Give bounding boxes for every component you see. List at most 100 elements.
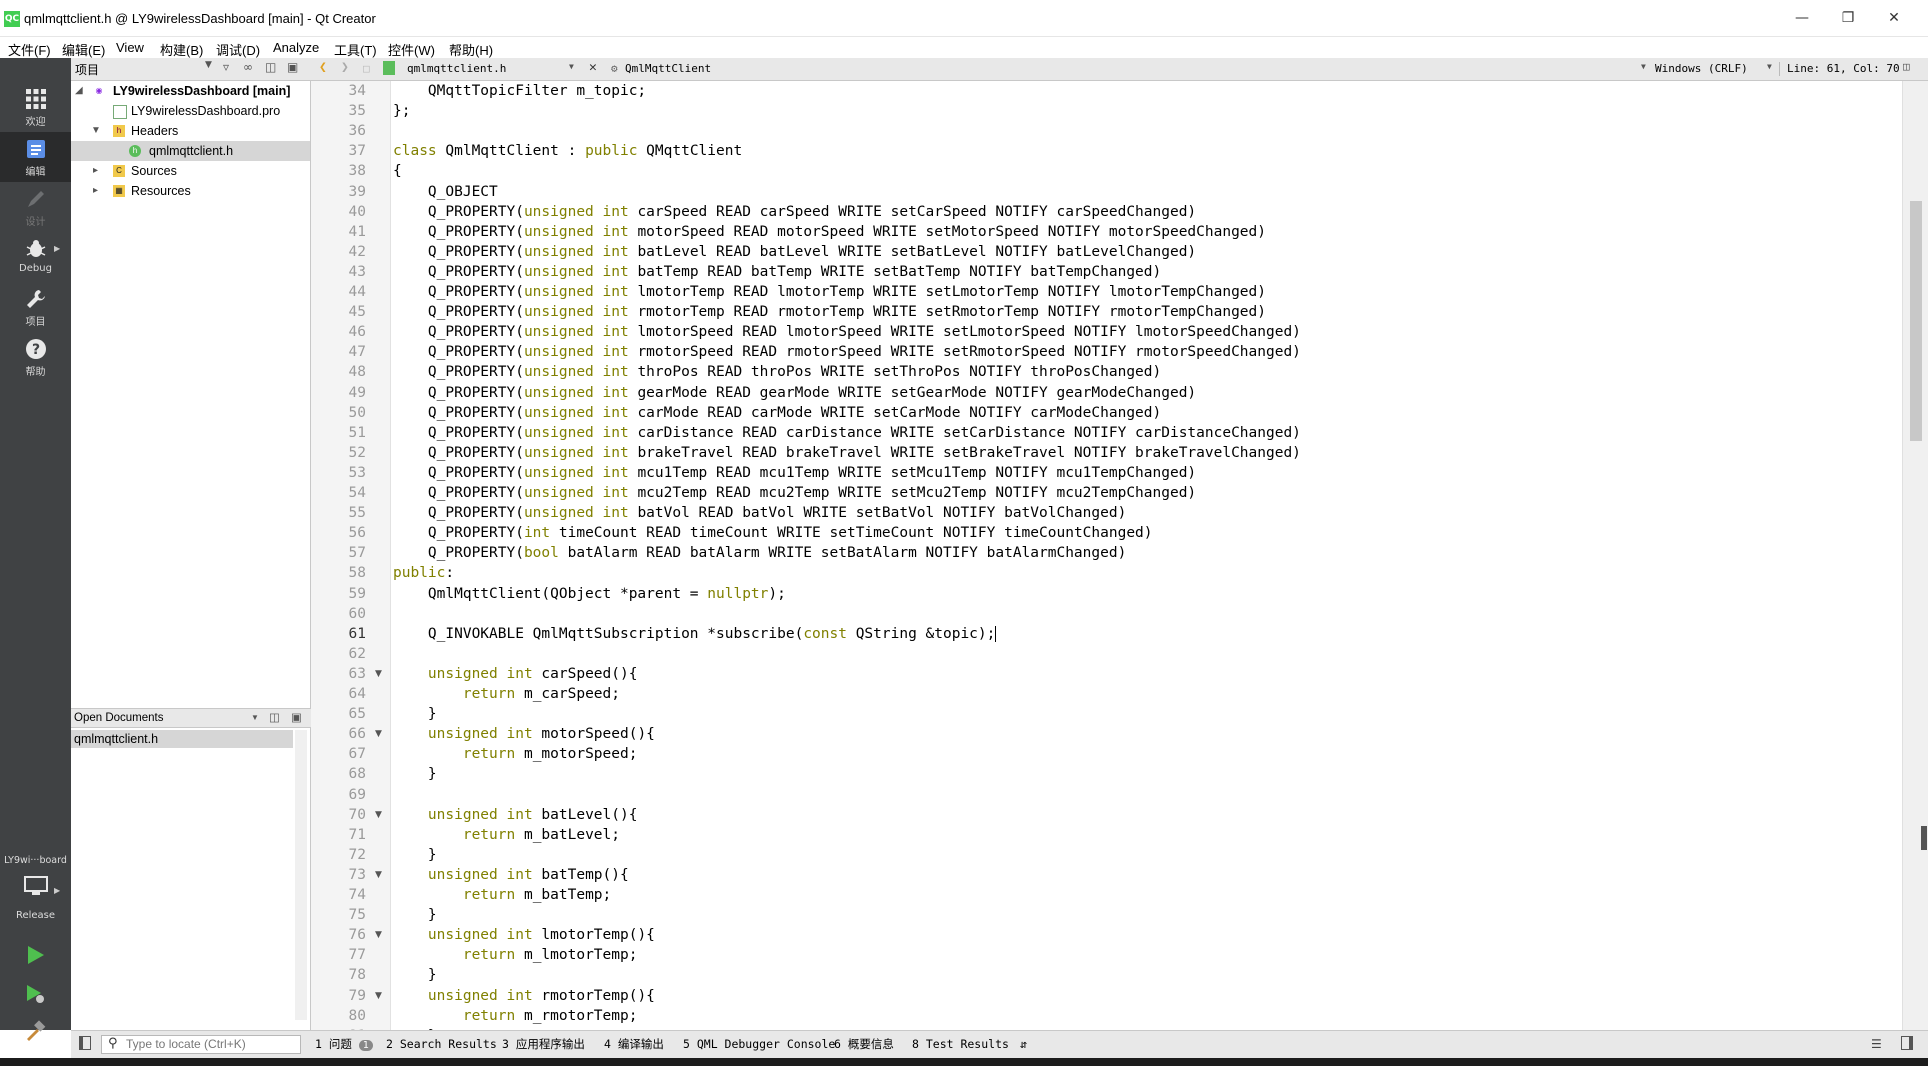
toggle-sidebar-icon[interactable] <box>79 1036 91 1050</box>
line-number[interactable]: 50 <box>311 403 366 423</box>
line-number[interactable]: 71 <box>311 825 366 845</box>
menu-help[interactable]: 帮助(H) <box>449 40 493 59</box>
code-line[interactable]: Q_PROPERTY(unsigned int carDistance READ… <box>393 423 1301 443</box>
code-line[interactable]: } <box>393 764 437 784</box>
code-line[interactable]: unsigned int motorSpeed(){ <box>393 724 655 744</box>
line-number[interactable]: 72 <box>311 845 366 865</box>
debug-menu-arrow-icon[interactable]: ▶ <box>54 244 60 253</box>
pane-more-icon[interactable]: ⇵ <box>1020 1031 1027 1059</box>
line-number[interactable]: 41 <box>311 222 366 242</box>
cursor-position[interactable]: Line: 61, Col: 70 <box>1787 62 1900 75</box>
line-number[interactable]: 51 <box>311 423 366 443</box>
code-line[interactable]: return m_carSpeed; <box>393 684 620 704</box>
tree-item-pro-file[interactable]: LY9wirelessDashboard.pro <box>71 101 310 121</box>
pane-test-results[interactable]: 8 Test Results <box>912 1031 1009 1059</box>
menu-edit[interactable]: 编辑(E) <box>62 40 105 59</box>
code-line[interactable]: } <box>393 905 437 925</box>
editor-vertical-scrollbar[interactable] <box>1902 81 1928 1030</box>
code-line[interactable]: Q_PROPERTY(unsigned int batLevel READ ba… <box>393 242 1196 262</box>
code-line[interactable]: Q_PROPERTY(unsigned int lmotorSpeed READ… <box>393 322 1301 342</box>
line-number[interactable]: 37 <box>311 141 366 161</box>
tree-item-header-file[interactable]: h qmlmqttclient.h <box>71 141 310 161</box>
mode-debug[interactable]: Debug ▶ <box>0 232 71 282</box>
line-number[interactable]: 44 <box>311 282 366 302</box>
code-line[interactable]: return m_batTemp; <box>393 885 611 905</box>
pane-compile-output[interactable]: 4 编译输出 <box>604 1031 664 1059</box>
code-line[interactable]: }; <box>393 101 410 121</box>
code-line[interactable]: Q_PROPERTY(unsigned int lmotorTemp READ … <box>393 282 1266 302</box>
pane-qml-debugger-console[interactable]: 5 QML Debugger Console <box>683 1031 835 1059</box>
code-line[interactable]: } <box>393 704 437 724</box>
code-line[interactable]: unsigned int batTemp(){ <box>393 865 629 885</box>
open-document-item[interactable]: qmlmqttclient.h <box>71 730 293 748</box>
code-line[interactable]: Q_OBJECT <box>393 182 498 202</box>
monitor-icon[interactable] <box>24 876 48 896</box>
line-number[interactable]: 60 <box>311 604 366 624</box>
code-line[interactable]: Q_PROPERTY(unsigned int mcu2Temp READ mc… <box>393 483 1196 503</box>
line-number[interactable]: 35 <box>311 101 366 121</box>
kit-project-name[interactable]: LY9wi···board <box>0 855 71 866</box>
chevron-down-icon[interactable]: ▼ <box>251 709 259 727</box>
expand-arrow-icon[interactable]: ▼ <box>91 121 101 141</box>
close-document-icon[interactable]: ✕ <box>589 60 597 75</box>
encoding-chevron-down-icon[interactable]: ▼ <box>1641 62 1646 71</box>
forward-arrow-icon[interactable]: ❯ <box>341 60 349 75</box>
line-number[interactable]: 76 <box>311 925 366 945</box>
fold-marker-icon[interactable]: ▼ <box>375 925 382 945</box>
code-line[interactable]: Q_PROPERTY(unsigned int brakeTravel READ… <box>393 443 1301 463</box>
mode-edit[interactable]: 编辑 <box>0 132 71 182</box>
code-line[interactable]: return m_motorSpeed; <box>393 744 638 764</box>
line-number[interactable]: 48 <box>311 362 366 382</box>
line-number[interactable]: 49 <box>311 383 366 403</box>
line-number[interactable]: 67 <box>311 744 366 764</box>
menu-widgets[interactable]: 控件(W) <box>388 40 435 59</box>
code-line[interactable]: unsigned int rmotorTemp(){ <box>393 986 655 1006</box>
open-documents-scrollbar[interactable] <box>295 730 307 1020</box>
code-line[interactable]: } <box>393 965 437 985</box>
link-icon[interactable]: ∞ <box>243 60 253 74</box>
line-number[interactable]: 34 <box>311 81 366 101</box>
mode-projects[interactable]: 项目 <box>0 282 71 332</box>
code-line[interactable]: Q_PROPERTY(unsigned int batVol READ batV… <box>393 503 1126 523</box>
minimize-icon[interactable]: — <box>1790 8 1814 28</box>
code-line[interactable]: QMqttTopicFilter m_topic; <box>393 81 646 101</box>
line-number[interactable]: 56 <box>311 523 366 543</box>
line-number[interactable]: 64 <box>311 684 366 704</box>
tree-item-sources[interactable]: ▸ C Sources <box>71 161 310 181</box>
line-number[interactable]: 57 <box>311 543 366 563</box>
line-number-gutter[interactable]: 34 35 36 37 38 39 40 41 42 43 44 45 46 47 48 49 50 51 52 53… <box>311 81 391 1030</box>
scrollbar-thumb[interactable] <box>1910 201 1922 441</box>
progress-details-icon[interactable]: ☰ <box>1871 1037 1882 1051</box>
pane-general-messages[interactable]: 6 概要信息 <box>834 1031 894 1059</box>
code-line[interactable]: Q_PROPERTY(unsigned int gearMode READ ge… <box>393 383 1196 403</box>
pane-search-results[interactable]: 2 Search Results <box>386 1031 497 1059</box>
view-select-chevron-down-icon[interactable]: ▼ <box>205 60 212 70</box>
current-file-select[interactable]: qmlmqttclient.h <box>407 62 506 75</box>
maximize-icon[interactable]: ❐ <box>1836 8 1860 28</box>
menu-view[interactable]: View <box>116 40 144 55</box>
sidebar-view-select[interactable]: 项目 <box>75 61 99 78</box>
line-number[interactable]: 45 <box>311 302 366 322</box>
line-number[interactable]: 47 <box>311 342 366 362</box>
line-number[interactable]: 53 <box>311 463 366 483</box>
line-number[interactable]: 62 <box>311 644 366 664</box>
code-line[interactable]: Q_PROPERTY(unsigned int motorSpeed READ … <box>393 222 1266 242</box>
line-number[interactable]: 42 <box>311 242 366 262</box>
line-number[interactable]: 80 <box>311 1006 366 1026</box>
code-line[interactable]: { <box>393 161 402 181</box>
back-arrow-icon[interactable]: ❮ <box>319 60 327 75</box>
line-number[interactable]: 75 <box>311 905 366 925</box>
menu-analyze[interactable]: Analyze <box>273 40 319 55</box>
toggle-right-sidebar-icon[interactable] <box>1901 1036 1913 1050</box>
mode-welcome[interactable]: 欢迎 <box>0 82 71 132</box>
line-number[interactable]: 78 <box>311 965 366 985</box>
line-ending-select[interactable]: Windows (CRLF) <box>1655 62 1748 75</box>
locator-input[interactable]: Type to locate (Ctrl+K) <box>101 1035 301 1054</box>
code-line[interactable]: Q_PROPERTY(unsigned int rmotorTemp READ … <box>393 302 1266 322</box>
code-line[interactable]: Q_PROPERTY(unsigned int carMode READ car… <box>393 403 1161 423</box>
line-number[interactable]: 36 <box>311 121 366 141</box>
line-number[interactable]: 52 <box>311 443 366 463</box>
line-number[interactable]: 58 <box>311 563 366 583</box>
tree-item-headers[interactable]: ▼ h Headers <box>71 121 310 141</box>
pane-application-output[interactable]: 3 应用程序输出 <box>502 1031 585 1059</box>
